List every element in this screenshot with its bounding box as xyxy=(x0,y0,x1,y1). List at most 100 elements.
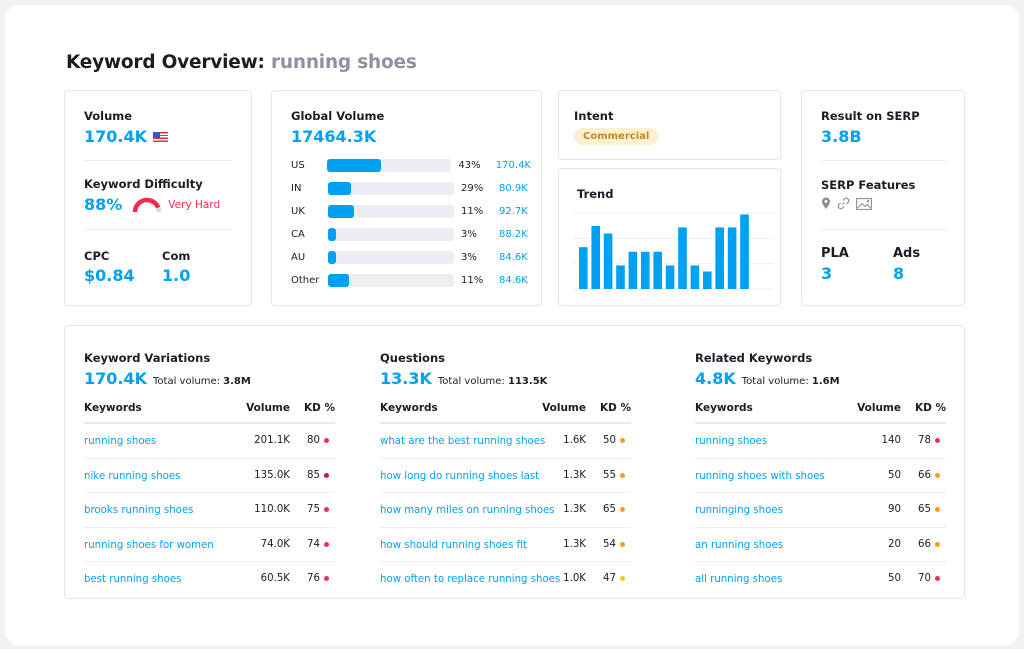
keyword-link[interactable]: brooks running shoes xyxy=(84,505,193,516)
keyword-link[interactable]: nike running shoes xyxy=(84,471,180,482)
trend-bar[interactable] xyxy=(603,233,613,289)
trend-label: Trend xyxy=(577,187,614,201)
result-on-serp-label: Result on SERP xyxy=(821,109,920,123)
volume-share-bar xyxy=(328,204,454,218)
kd-indicator-dot xyxy=(324,438,329,443)
cpc-value: $0.84 xyxy=(84,266,135,285)
serp-card: Result on SERP 3.8B SERP Features PLA 3 … xyxy=(801,90,965,306)
section-summary: 4.8K Total volume: 1.6M xyxy=(695,369,840,388)
kd-indicator-dot xyxy=(620,576,625,582)
country-volume[interactable]: 170.4K xyxy=(496,160,531,171)
trend-bar[interactable] xyxy=(715,227,724,289)
trend-bar[interactable] xyxy=(653,251,662,289)
country-volume-row: CA 3% 88.2K xyxy=(291,226,531,242)
volume-percent: 3% xyxy=(461,228,477,240)
country-code: US xyxy=(291,159,305,171)
keyword-lists-card: Keyword Variations 170.4K Total volume: 3.… xyxy=(64,325,965,599)
keyword-link[interactable]: how long do running shoes last xyxy=(380,471,539,482)
country-code: IN xyxy=(291,182,302,194)
country-volume[interactable]: 80.9K xyxy=(499,183,528,194)
table-row: an running shoes 20 66 xyxy=(695,528,946,563)
country-volume[interactable]: 84.6K xyxy=(499,252,528,263)
keyword-link[interactable]: what are the best running shoes xyxy=(380,436,545,447)
keyword-link[interactable]: an running shoes xyxy=(695,540,783,551)
keyword-difficulty: 47 xyxy=(603,573,625,584)
volume-share-fill xyxy=(328,227,336,241)
volume-share-bar xyxy=(327,158,452,172)
keyword-difficulty: 85 xyxy=(307,470,329,481)
keyword-link[interactable]: all running shoes xyxy=(695,574,782,585)
kd-value: 66 xyxy=(918,469,931,481)
keyword-link[interactable]: running shoes with shoes xyxy=(695,471,825,482)
volume-percent: 11% xyxy=(461,274,484,286)
column-header-kd[interactable]: KD % xyxy=(915,402,946,414)
section-count: 4.8K xyxy=(695,369,736,388)
country-volume-row: US 43% 170.4K xyxy=(291,157,531,173)
keyword-link[interactable]: running shoes for women xyxy=(84,540,214,551)
trend-bar[interactable] xyxy=(665,265,675,289)
keyword-link[interactable]: running shoes xyxy=(84,436,156,447)
column-header-kd[interactable]: KD % xyxy=(304,402,335,414)
country-volume[interactable]: 92.7K xyxy=(499,206,528,217)
volume-share-fill xyxy=(328,250,336,264)
kd-indicator-dot xyxy=(935,472,940,478)
section-title: Related Keywords xyxy=(695,351,813,365)
table-row: running shoes 140 78 xyxy=(695,424,946,459)
trend-bar[interactable] xyxy=(641,251,650,289)
volume-value: 170.4K xyxy=(84,127,148,146)
kd-value: 47 xyxy=(603,573,616,585)
keyword-volume: 20 xyxy=(888,538,901,550)
keyword-link[interactable]: how often to replace running shoes xyxy=(380,574,560,585)
country-volume-row: UK 11% 92.7K xyxy=(291,203,531,219)
trend-bar[interactable] xyxy=(703,271,712,289)
column-header-kd[interactable]: KD % xyxy=(600,402,631,414)
page-title-prefix: Keyword Overview: xyxy=(66,52,265,73)
trend-bar[interactable] xyxy=(591,225,600,289)
keyword-volume: 90 xyxy=(888,504,901,516)
trend-bar[interactable] xyxy=(579,247,588,289)
kd-value: 76 xyxy=(307,573,320,585)
table-body: what are the best running shoes 1.6K 50 how… xyxy=(380,424,631,597)
column-header-keywords[interactable]: Keywords xyxy=(380,402,438,414)
column-header-volume[interactable]: Volume xyxy=(246,402,290,414)
keyword-difficulty: 76 xyxy=(307,573,329,584)
column-header-keywords[interactable]: Keywords xyxy=(84,402,142,414)
pla-label: PLA xyxy=(821,246,849,261)
kd-indicator-dot xyxy=(324,541,329,547)
column-header-keywords[interactable]: Keywords xyxy=(695,402,753,414)
total-volume-value: 3.8M xyxy=(223,376,251,387)
table-row: all running shoes 50 70 xyxy=(695,562,946,597)
trend-bar[interactable] xyxy=(690,265,700,289)
volume-percent: 11% xyxy=(461,205,484,217)
kd-value: 80 xyxy=(307,435,320,446)
section-count: 170.4K xyxy=(84,369,148,388)
location-pin-icon[interactable] xyxy=(821,197,831,210)
keyword-link[interactable]: best running shoes xyxy=(84,574,181,585)
kd-indicator-dot xyxy=(324,576,329,582)
trend-bar[interactable] xyxy=(616,265,625,289)
keyword-link[interactable]: running shoes xyxy=(695,436,767,447)
kd-value: 78 xyxy=(918,435,931,446)
keyword-link[interactable]: runninging shoes xyxy=(695,505,783,516)
keyword-volume: 110.0K xyxy=(254,504,290,516)
country-volume[interactable]: 88.2K xyxy=(499,229,528,240)
column-header-volume[interactable]: Volume xyxy=(542,402,586,414)
keyword-link[interactable]: how many miles on running shoes xyxy=(380,505,555,516)
table-row: running shoes for women 74.0K 74 xyxy=(84,528,335,563)
kd-indicator-dot xyxy=(324,507,329,513)
column-header-volume[interactable]: Volume xyxy=(857,402,901,414)
trend-bar[interactable] xyxy=(740,214,749,289)
total-volume-label: Total volume: xyxy=(741,376,809,387)
page-title-keyword: running shoes xyxy=(270,52,417,73)
trend-bar[interactable] xyxy=(628,251,638,289)
keyword-link[interactable]: how should running shoes fit xyxy=(380,540,527,551)
country-volume[interactable]: 84.6K xyxy=(499,275,528,286)
table-row: how many miles on running shoes 1.3K 65 xyxy=(380,493,631,528)
trend-bar[interactable] xyxy=(727,227,737,289)
trend-bar[interactable] xyxy=(678,227,687,289)
serp-features-label: SERP Features xyxy=(821,178,916,192)
competition-value: 1.0 xyxy=(162,266,191,285)
link-icon[interactable] xyxy=(837,197,850,210)
us-flag-icon xyxy=(153,131,169,142)
image-icon[interactable] xyxy=(856,197,872,210)
